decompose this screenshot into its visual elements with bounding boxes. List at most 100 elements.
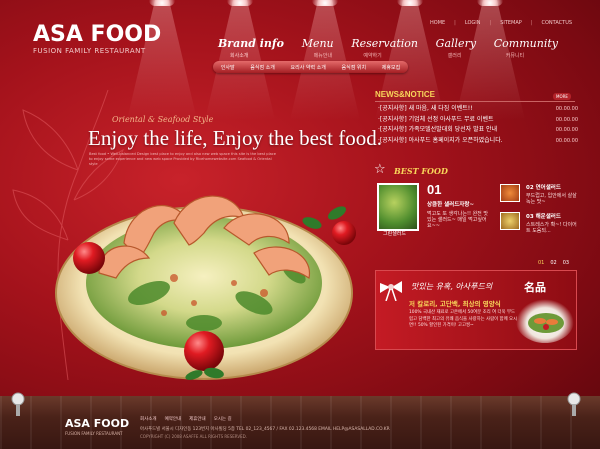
best-food-number: 01 — [427, 182, 442, 197]
list-item[interactable]: ·[공지사항] 가족모델선발대회 당선자 발표 안내 00.00.00 — [378, 125, 578, 136]
best-food-item-description: 부드럽고, 입안에서 살살 녹는 맛~ — [526, 193, 577, 205]
green-salad-thumbnail[interactable] — [377, 183, 419, 231]
hero-kicker: Oriental & Seafood Style — [112, 115, 214, 124]
shrimp-salad-plate-image — [55, 195, 356, 380]
spotlight-beam — [375, 0, 445, 120]
utility-nav: HOME | LOGIN | SITEMAP | CONTACTUS — [430, 20, 572, 26]
pager-03[interactable]: 03 — [563, 260, 569, 266]
ceiling-light-icon — [397, 0, 423, 6]
news-date: 00.00.00 — [555, 127, 578, 133]
nav-community[interactable]: Community 커뮤니티 — [494, 37, 558, 59]
subnav-item-intro[interactable]: 음식점 소개 — [250, 64, 275, 71]
subnav-item-chef[interactable]: 요리사 약력 소개 — [291, 64, 326, 71]
nav-sublabel: 회사소개 — [230, 53, 249, 59]
list-item[interactable]: ·[공지사항] 아사푸드 홈페이지가 오픈하였습니다. 00.00.00 — [378, 136, 578, 147]
util-link-sitemap[interactable]: SITEMAP — [500, 20, 522, 26]
news-title: ·[공지사항] 새 마음, 새 다짐 이벤트!! — [378, 105, 473, 112]
dish-image — [516, 299, 574, 343]
spotlight-beam — [205, 0, 275, 120]
page-background: ASA FOOD FUSION FAMILY RESTAURANT HOME |… — [0, 0, 600, 449]
nav-label: Gallery — [435, 37, 477, 50]
subnav-item-greeting[interactable]: 인사말 — [221, 64, 235, 71]
best-food-heading: BEST FOOD — [394, 166, 448, 176]
brand-tagline: FUSION FAMILY RESTAURANT — [33, 47, 146, 55]
banner-script: 맛있는 유혹, 아사푸드의 — [411, 282, 493, 291]
banner-body: 100% 국내산 재료로 고온에서 50여분 조리 여 더욱 부드럽고 담백한 … — [409, 310, 518, 328]
subnav-item-partnership[interactable]: 제휴모집 — [382, 64, 400, 71]
thumbnail-caption: 그린샐러드 — [383, 231, 407, 237]
nav-label: Reservation — [351, 37, 418, 50]
news-heading: NEWS&NOTICE — [375, 90, 435, 99]
best-food-item-title[interactable]: 02 연어샐러드 — [526, 183, 561, 191]
nav-menu[interactable]: Menu 메뉴안내 — [302, 37, 334, 59]
nav-label: Menu — [301, 37, 334, 50]
nav-gallery[interactable]: Gallery 갤러리 — [436, 37, 476, 59]
footer-address: 아사푸드빌 서울시 디자인동 123번지 아사빌딩 5층 TEL 02_123_… — [140, 427, 390, 432]
hero-title: Enjoy the life, Enjoy the best food. — [88, 126, 382, 150]
spotlight-beam — [290, 0, 360, 120]
ribbon-bow-icon — [380, 281, 402, 301]
news-date: 00.00.00 — [555, 116, 578, 123]
separator: | — [454, 20, 456, 26]
promo-banner[interactable]: 맛있는 유혹, 아사푸드의 名品 저 칼로리, 고단백, 최상의 영양식 100… — [375, 270, 577, 350]
nav-sublabel: 메뉴안내 — [313, 53, 333, 59]
footer-logo[interactable]: ASA FOOD FUSION FAMILY RESTAURANT — [65, 417, 129, 436]
nav-sublabel: 갤러리 — [447, 53, 462, 59]
best-food-item-title[interactable]: 03 해운샐러드 — [526, 212, 561, 220]
pager-01[interactable]: 01 — [538, 260, 544, 266]
util-link-login[interactable]: LOGIN — [465, 20, 481, 26]
sub-nav: 인사말 음식점 소개 요리사 약력 소개 음식점 위치 제휴모집 — [213, 61, 408, 73]
util-link-home[interactable]: HOME — [430, 20, 445, 26]
tomato-icon — [184, 331, 224, 371]
footer-brand-tagline: FUSION FAMILY RESTAURANT — [65, 431, 123, 436]
nav-sublabel: 커뮤니티 — [505, 53, 525, 59]
nav-label: Brand info — [218, 37, 284, 50]
list-item[interactable]: ·[공지사항] 새 마음, 새 다짐 이벤트!! 00.00.00 — [378, 104, 578, 115]
pager-02[interactable]: 02 — [550, 260, 556, 266]
main-nav: Brand info 회사소개 Menu 메뉴안내 Reservation 예약… — [218, 37, 558, 59]
tomato-icon — [73, 242, 105, 274]
salmon-salad-thumbnail[interactable] — [500, 184, 520, 202]
ceiling-light-icon — [312, 0, 338, 6]
news-title: ·[공지사항] 기업체 선정 아사푸드 무료 이벤트 — [378, 115, 494, 123]
brand-logo[interactable]: ASA FOOD FUSION FAMILY RESTAURANT — [33, 22, 162, 56]
footer-link-company[interactable]: 회사소개 — [140, 416, 157, 422]
tomato-icon — [332, 221, 356, 245]
best-food-title[interactable]: 상큼한 샐러드자랑~ — [427, 200, 474, 208]
hero-description: Best food • Well-balanced Design best pl… — [89, 152, 276, 166]
footer-links: 회사소개 예약안내 제휴안내 오시는 길 — [140, 416, 232, 422]
divider — [375, 101, 575, 102]
seafood-salad-thumbnail[interactable] — [500, 212, 520, 230]
spotlight-lamp-icon — [567, 392, 581, 416]
nav-brand-info[interactable]: Brand info 회사소개 — [218, 37, 284, 59]
subnav-item-location[interactable]: 음식점 위치 — [342, 64, 367, 71]
news-list: ·[공지사항] 새 마음, 새 다짐 이벤트!! 00.00.00 ·[공지사항… — [378, 104, 578, 146]
news-title: ·[공지사항] 아사푸드 홈페이지가 오픈하였습니다. — [378, 136, 503, 144]
util-link-contact[interactable]: CONTACTUS — [542, 20, 573, 26]
banner-emphasis: 名品 — [524, 281, 546, 294]
footer-brand-name: ASA FOOD — [65, 417, 130, 430]
spotlight-beam — [127, 0, 197, 120]
footer-link-reservation[interactable]: 예약안내 — [165, 416, 182, 422]
separator: | — [530, 20, 533, 26]
news-date: 00.00.00 — [555, 137, 578, 144]
news-more-button[interactable]: MORE — [553, 93, 571, 100]
banner-title: 저 칼로리, 고단백, 최상의 영양식 — [409, 300, 501, 308]
list-item[interactable]: ·[공지사항] 기업체 선정 아사푸드 무료 이벤트 00.00.00 — [378, 115, 578, 126]
ceiling-light-icon — [477, 0, 503, 6]
separator: | — [489, 20, 492, 26]
ceiling-light-icon — [227, 0, 253, 6]
nav-label: Community — [493, 37, 558, 50]
footer-link-directions[interactable]: 오시는 길 — [214, 416, 232, 422]
best-food-item-description: 스트레스가 확~! 다이어트 도움되... — [526, 222, 577, 234]
brand-name: ASA FOOD — [33, 22, 162, 47]
ceiling-light-icon — [149, 0, 175, 6]
news-date: 00.00.00 — [555, 106, 578, 112]
star-icon: ☆ — [374, 162, 386, 177]
spotlight-beam — [455, 0, 525, 120]
nav-reservation[interactable]: Reservation 예약하기 — [351, 37, 418, 59]
footer-link-partnership[interactable]: 제휴안내 — [189, 416, 206, 422]
news-title: ·[공지사항] 가족모델선발대회 당선자 발표 안내 — [378, 126, 498, 133]
nav-sublabel: 예약하기 — [363, 53, 382, 59]
spotlight-lamp-icon — [11, 392, 25, 416]
